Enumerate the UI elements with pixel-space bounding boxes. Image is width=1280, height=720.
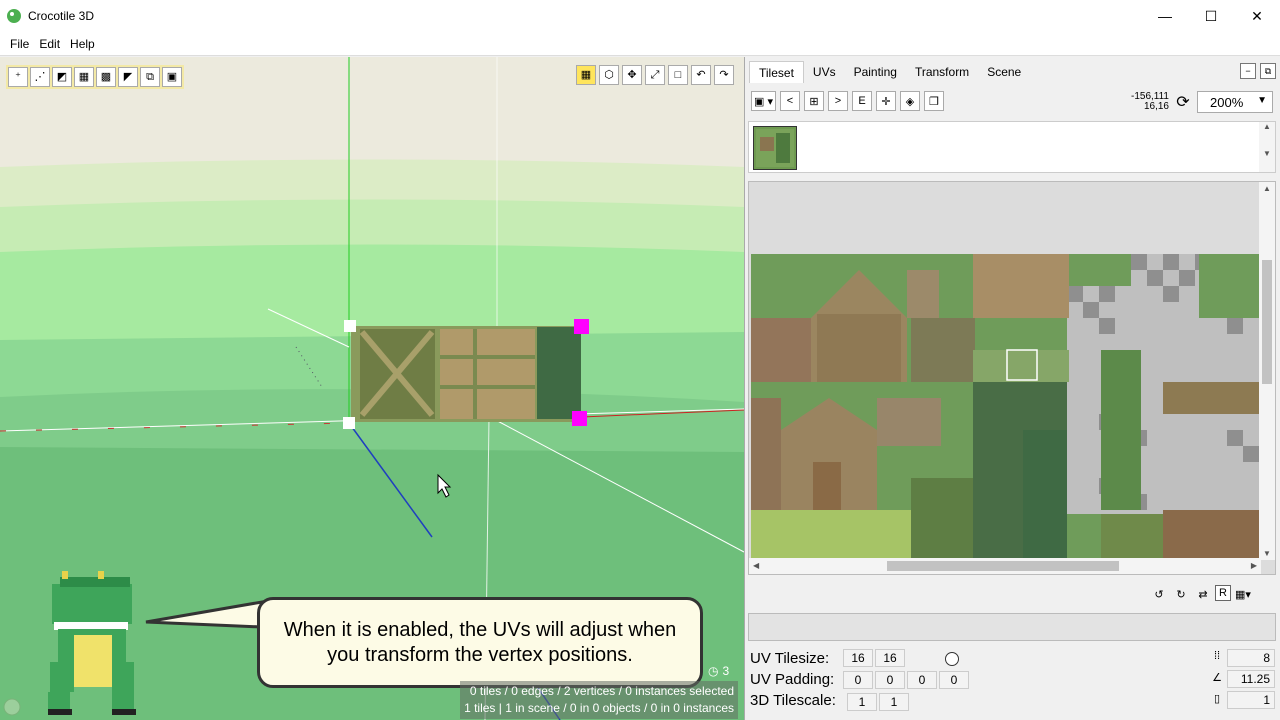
tileset-hscrollbar[interactable]: ◀ ▶ — [749, 558, 1261, 574]
move-gizmo-icon[interactable]: ✥ — [622, 65, 642, 85]
refresh-icon[interactable]: ⟳ — [1173, 92, 1193, 112]
edge-select-icon[interactable]: ⋰ — [30, 67, 50, 87]
square-icon[interactable]: □ — [668, 65, 688, 85]
eyedropper-icon[interactable]: ◤ — [118, 67, 138, 87]
tileset-thumbnails: ▲ ▼ — [748, 121, 1276, 173]
next-tileset-button[interactable]: > — [827, 91, 848, 111]
selection-status: 0 tiles / 0 edges / 2 vertices / 0 insta… — [460, 681, 738, 719]
paint-icon[interactable]: ▦ — [74, 67, 94, 87]
panel-popout-icon[interactable]: ⧉ — [1260, 63, 1276, 79]
tab-transform[interactable]: Transform — [906, 61, 978, 83]
tileset-thumbnail[interactable] — [753, 126, 797, 170]
title-bar: Crocotile 3D — ☐ ✕ — [0, 0, 1280, 32]
menu-file[interactable]: File — [5, 37, 34, 51]
tilescale-label: 3D Tilescale: — [750, 692, 836, 709]
uv-padding-label: UV Padding: — [750, 671, 835, 688]
prev-tileset-button[interactable]: < — [779, 91, 800, 111]
zoom-select[interactable]: 200% ▼ — [1197, 91, 1273, 113]
coords-size: 16,16 — [1143, 101, 1169, 112]
uv-tilesize-toggle[interactable] — [945, 652, 959, 666]
vertex-select-icon[interactable]: ⁺ — [8, 67, 28, 87]
rotate-cw-icon[interactable]: ↻ — [1171, 585, 1191, 603]
cube-icon[interactable]: ⬡ — [599, 65, 619, 85]
close-button[interactable]: ✕ — [1234, 0, 1280, 32]
transform-icon[interactable]: ⤢ — [645, 65, 665, 85]
layers-icon[interactable]: ◈ — [899, 91, 920, 111]
tileset-grid-icon[interactable]: ⊞ — [803, 91, 824, 111]
window-title: Crocotile 3D — [28, 9, 95, 23]
callout-line-1: When it is enabled, the UVs will adjust … — [283, 618, 677, 641]
zoom-value: 200% — [1210, 94, 1244, 110]
chevron-down-icon: ▼ — [1257, 95, 1267, 106]
uv-padding-3[interactable]: 0 — [907, 671, 937, 689]
dots-grid-icon: ⁞⁞ — [1213, 650, 1221, 662]
tile-grid-dropdown-icon[interactable]: ▦▾ — [1233, 585, 1253, 603]
uv-settings-labels: UV Tilesize: UV Padding: 3D Tilescale: — [750, 648, 836, 711]
uv-tilesize-x[interactable]: 16 — [843, 649, 873, 667]
uv-padding-2[interactable]: 0 — [875, 671, 905, 689]
thumbnail-scrollbar[interactable]: ▲ ▼ — [1259, 122, 1275, 172]
tileset-hscroll-thumb[interactable] — [887, 561, 1119, 571]
panel-minimize-icon[interactable]: − — [1240, 63, 1256, 79]
tileset-view[interactable]: ▲ ▼ ◀ ▶ — [748, 181, 1276, 575]
undo-icon[interactable]: ↶ — [691, 65, 711, 85]
tileset-vscrollbar[interactable]: ▲ ▼ — [1259, 182, 1275, 560]
grid-density-value[interactable]: 8 — [1227, 649, 1275, 667]
angle-icon: ∠ — [1212, 672, 1222, 684]
viewport-toolbar-left: ⁺ ⋰ ◩ ▦ ▩ ◤ ⧉ ▣ — [6, 65, 184, 89]
menu-edit[interactable]: Edit — [34, 37, 65, 51]
flip-icon[interactable]: ⇄ — [1193, 585, 1213, 603]
select-box-icon[interactable]: ▣ — [162, 67, 182, 87]
clock-count: 3 — [722, 664, 730, 678]
clone-icon[interactable]: ⧉ — [140, 67, 160, 87]
tab-uvs[interactable]: UVs — [804, 61, 845, 83]
uv-padding-1[interactable]: 0 — [843, 671, 873, 689]
rotate-ccw-icon[interactable]: ↺ — [1149, 585, 1169, 603]
copy-icon[interactable]: ❐ — [923, 91, 944, 111]
viewport-3d[interactable]: ⁺ ⋰ ◩ ▦ ▩ ◤ ⧉ ▣ ▦ ⬡ ✥ ⤢ □ ↶ ↷ When it is… — [0, 57, 744, 720]
redo-icon[interactable]: ↷ — [714, 65, 734, 85]
tileset-vscroll-thumb[interactable] — [1262, 260, 1272, 384]
viewport-toolbar-right: ▦ ⬡ ✥ ⤢ □ ↶ ↷ — [576, 65, 734, 85]
maximize-button[interactable]: ☐ — [1188, 0, 1234, 32]
face-select-icon[interactable]: ◩ — [52, 67, 72, 87]
angle-snap-value[interactable]: 11.25 — [1227, 670, 1275, 688]
tile-info-strip — [748, 613, 1276, 641]
origin-icon[interactable]: ✛ — [875, 91, 896, 111]
tile-tools-row: ↺ ↻ ⇄ R ▦▾ — [1149, 585, 1253, 603]
image-dropdown-icon[interactable]: ▣ ▾ — [751, 91, 776, 111]
tilescale-y[interactable]: 1 — [879, 693, 909, 711]
tab-painting[interactable]: Painting — [845, 61, 906, 83]
tileset-toolbar: ▣ ▾ < ⊞ > E ✛ ◈ ❐ — [751, 91, 944, 111]
panel-tabs: Tileset UVs Painting Transform Scene — [749, 61, 1030, 83]
tab-tileset[interactable]: Tileset — [749, 61, 804, 83]
uv-tilesize-y[interactable]: 16 — [875, 649, 905, 667]
book-icon: ▯ — [1213, 693, 1221, 705]
minimize-button[interactable]: — — [1142, 0, 1188, 32]
grid-icon[interactable]: ▦ — [576, 65, 596, 85]
reset-r-icon[interactable]: R — [1215, 585, 1231, 601]
edit-tileset-button[interactable]: E — [851, 91, 872, 111]
fill-icon[interactable]: ▩ — [96, 67, 116, 87]
menu-bar: File Edit Help — [0, 32, 1280, 56]
clock-icon: ◷ — [708, 664, 719, 678]
tileset-image — [751, 254, 1259, 558]
uv-tilesize-label: UV Tilesize: — [750, 650, 830, 667]
tab-scene[interactable]: Scene — [978, 61, 1030, 83]
status-scene: 1 tiles | 1 in scene / 0 in 0 objects / … — [464, 701, 734, 715]
tutorial-callout: When it is enabled, the UVs will adjust … — [257, 597, 703, 688]
menu-help[interactable]: Help — [65, 37, 100, 51]
uv-padding-4[interactable]: 0 — [939, 671, 969, 689]
callout-line-2: you transform the vertex positions. — [327, 643, 633, 666]
scale-value[interactable]: 1 — [1227, 691, 1275, 709]
crocotile-logo-icon — [7, 9, 21, 23]
clock-indicator: ◷ 3 — [708, 664, 729, 678]
status-selected: 0 tiles / 0 edges / 2 vertices / 0 insta… — [469, 684, 734, 698]
cursor-coords: -156,111 16,16 — [1109, 92, 1169, 112]
tilescale-x[interactable]: 1 — [847, 693, 877, 711]
side-panel: Tileset UVs Painting Transform Scene − ⧉… — [744, 57, 1280, 720]
